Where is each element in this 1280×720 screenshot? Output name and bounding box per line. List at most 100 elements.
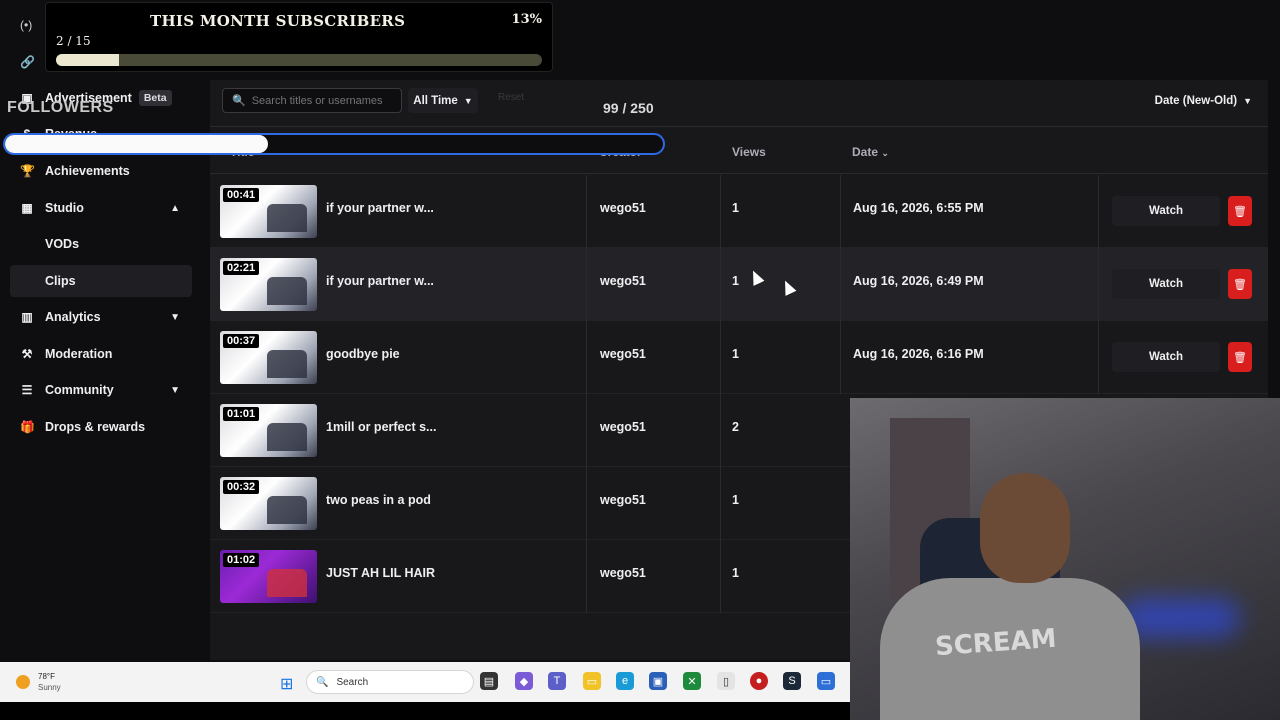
clip-duration: 00:32 xyxy=(223,480,260,494)
reset-button[interactable]: Reset xyxy=(498,92,524,103)
table-row[interactable]: 00:37 goodbye pie wego51 1 Aug 16, 2026,… xyxy=(210,321,1268,394)
steam-icon[interactable]: S xyxy=(783,672,801,690)
sidebar-item-studio[interactable]: ▦ Studio ▲ xyxy=(10,192,192,224)
trash-icon: 🗑 xyxy=(1233,351,1247,364)
column-divider xyxy=(586,175,587,248)
sidebar-item-label: Drops & rewards xyxy=(45,420,146,434)
clip-duration: 01:02 xyxy=(223,553,260,567)
clip-thumbnail[interactable]: 01:02 xyxy=(220,550,317,603)
column-views[interactable]: Views xyxy=(732,145,766,159)
clip-title[interactable]: goodbye pie xyxy=(326,347,400,361)
screen-bottom-bar xyxy=(0,702,850,720)
column-divider xyxy=(586,394,587,467)
task-view-icon[interactable]: ▤ xyxy=(480,672,498,690)
clip-creator[interactable]: wego51 xyxy=(600,493,646,507)
search-box[interactable]: 🔍 xyxy=(222,88,402,113)
broadcast-icon[interactable]: (•) xyxy=(20,18,32,32)
clip-counter: 99 / 250 xyxy=(603,100,654,116)
clip-date: Aug 16, 2026, 6:55 PM xyxy=(853,201,984,215)
filter-label: All Time xyxy=(413,94,458,107)
clip-views: 1 xyxy=(732,274,739,288)
clip-duration: 02:21 xyxy=(223,261,260,275)
clip-thumbnail[interactable]: 02:21 xyxy=(220,258,317,311)
delete-button[interactable]: 🗑 xyxy=(1228,269,1252,299)
column-divider xyxy=(1098,248,1099,321)
sort-dropdown[interactable]: Date (New-Old) ▼ xyxy=(1155,88,1252,113)
edge-icon[interactable]: e xyxy=(616,672,634,690)
windows-taskbar: 78°F Sunny ⊞ 🔍 Search ▤ ◆ T ▭ e ▣ ✕ ▯ ● … xyxy=(0,662,850,702)
beta-badge: Beta xyxy=(138,90,172,106)
clip-creator[interactable]: wego51 xyxy=(600,201,646,215)
sidebar-item-community[interactable]: ☰ Community ▼ xyxy=(10,374,192,406)
watch-button[interactable]: Watch xyxy=(1112,269,1220,299)
column-divider xyxy=(720,175,721,248)
sidebar-item-drops[interactable]: 🎁 Drops & rewards xyxy=(10,411,192,443)
record-icon[interactable]: ● xyxy=(750,672,768,690)
teams-icon[interactable]: T xyxy=(548,672,566,690)
clip-title[interactable]: if your partner w... xyxy=(326,274,434,288)
subscribers-progress-bar xyxy=(56,54,542,66)
column-divider xyxy=(720,540,721,613)
clip-title[interactable]: 1mill or perfect s... xyxy=(326,420,436,434)
weather-temperature[interactable]: 78°F xyxy=(38,672,55,681)
community-icon: ☰ xyxy=(21,383,33,397)
sun-icon[interactable] xyxy=(16,675,30,689)
watch-button[interactable]: Watch xyxy=(1112,342,1220,372)
delete-button[interactable]: 🗑 xyxy=(1228,196,1252,226)
clip-thumbnail[interactable]: 00:41 xyxy=(220,185,317,238)
clip-duration: 01:01 xyxy=(223,407,260,421)
table-row[interactable]: 00:41 if your partner w... wego51 1 Aug … xyxy=(210,175,1268,248)
clip-title[interactable]: two peas in a pod xyxy=(326,493,431,507)
clip-creator[interactable]: wego51 xyxy=(600,347,646,361)
sidebar-item-label: VODs xyxy=(45,237,80,251)
subscribers-title: THIS MONTH SUBSCRIBERS xyxy=(150,12,406,30)
windows-start-icon[interactable]: ⊞ xyxy=(280,674,293,694)
search-input[interactable] xyxy=(251,94,392,107)
column-divider xyxy=(1098,321,1099,394)
sidebar-item-achievements[interactable]: 🏆 Achievements xyxy=(10,155,192,187)
trash-icon: 🗑 xyxy=(1233,205,1247,218)
column-divider xyxy=(720,467,721,540)
delete-button[interactable]: 🗑 xyxy=(1228,342,1252,372)
subscribers-count: 2 / 15 xyxy=(56,34,91,48)
clip-views: 1 xyxy=(732,347,739,361)
sidebar-item-label: Community xyxy=(45,383,114,397)
thumbnail-figures xyxy=(267,204,307,232)
weather-description[interactable]: Sunny xyxy=(38,683,61,692)
clip-thumbnail[interactable]: 00:32 xyxy=(220,477,317,530)
webcam-feed: SCREAM xyxy=(850,398,1280,720)
copilot-icon[interactable]: ◆ xyxy=(515,672,533,690)
clip-duration: 00:37 xyxy=(223,334,260,348)
watch-button[interactable]: Watch xyxy=(1112,196,1220,226)
clip-duration: 00:41 xyxy=(223,188,260,202)
file-explorer-icon[interactable]: ▭ xyxy=(583,672,601,690)
sidebar-item-analytics[interactable]: ▥ Analytics ▼ xyxy=(10,301,192,333)
clip-creator[interactable]: wego51 xyxy=(600,566,646,580)
time-filter-dropdown[interactable]: All Time ▼ xyxy=(408,88,478,113)
thumbnail-figures xyxy=(267,277,307,305)
column-date-label: Date xyxy=(852,145,879,159)
column-date[interactable]: Date ⌄ xyxy=(852,145,889,159)
sidebar-item-label: Moderation xyxy=(45,347,113,361)
gift-icon: 🎁 xyxy=(20,420,35,434)
clip-title[interactable]: if your partner w... xyxy=(326,201,434,215)
xbox-icon[interactable]: ✕ xyxy=(683,672,701,690)
clip-thumbnail[interactable]: 00:37 xyxy=(220,331,317,384)
column-divider xyxy=(586,467,587,540)
screen: (•) 🔗 ▣ Advertisement Beta $ Revenue 🏆 A… xyxy=(0,0,1280,720)
sidebar-item-clips[interactable]: Clips xyxy=(10,265,192,297)
sidebar-item-vods[interactable]: VODs xyxy=(10,228,192,260)
clip-creator[interactable]: wego51 xyxy=(600,420,646,434)
link-icon[interactable]: 🔗 xyxy=(20,55,35,69)
clip-creator[interactable]: wego51 xyxy=(600,274,646,288)
taskbar-search[interactable]: 🔍 Search xyxy=(306,670,474,694)
sidebar-item-moderation[interactable]: ⚒ Moderation xyxy=(10,338,192,370)
clip-thumbnail[interactable]: 01:01 xyxy=(220,404,317,457)
table-row[interactable]: 02:21 if your partner w... wego51 1 Aug … xyxy=(210,248,1268,321)
monitor-icon[interactable]: ▭ xyxy=(817,672,835,690)
store-icon[interactable]: ▣ xyxy=(649,672,667,690)
clip-title[interactable]: JUST AH LIL HAIR xyxy=(326,566,435,580)
notepad-icon[interactable]: ▯ xyxy=(717,672,735,690)
search-icon: 🔍 xyxy=(232,95,246,107)
chevron-down-icon: ▼ xyxy=(170,384,180,396)
